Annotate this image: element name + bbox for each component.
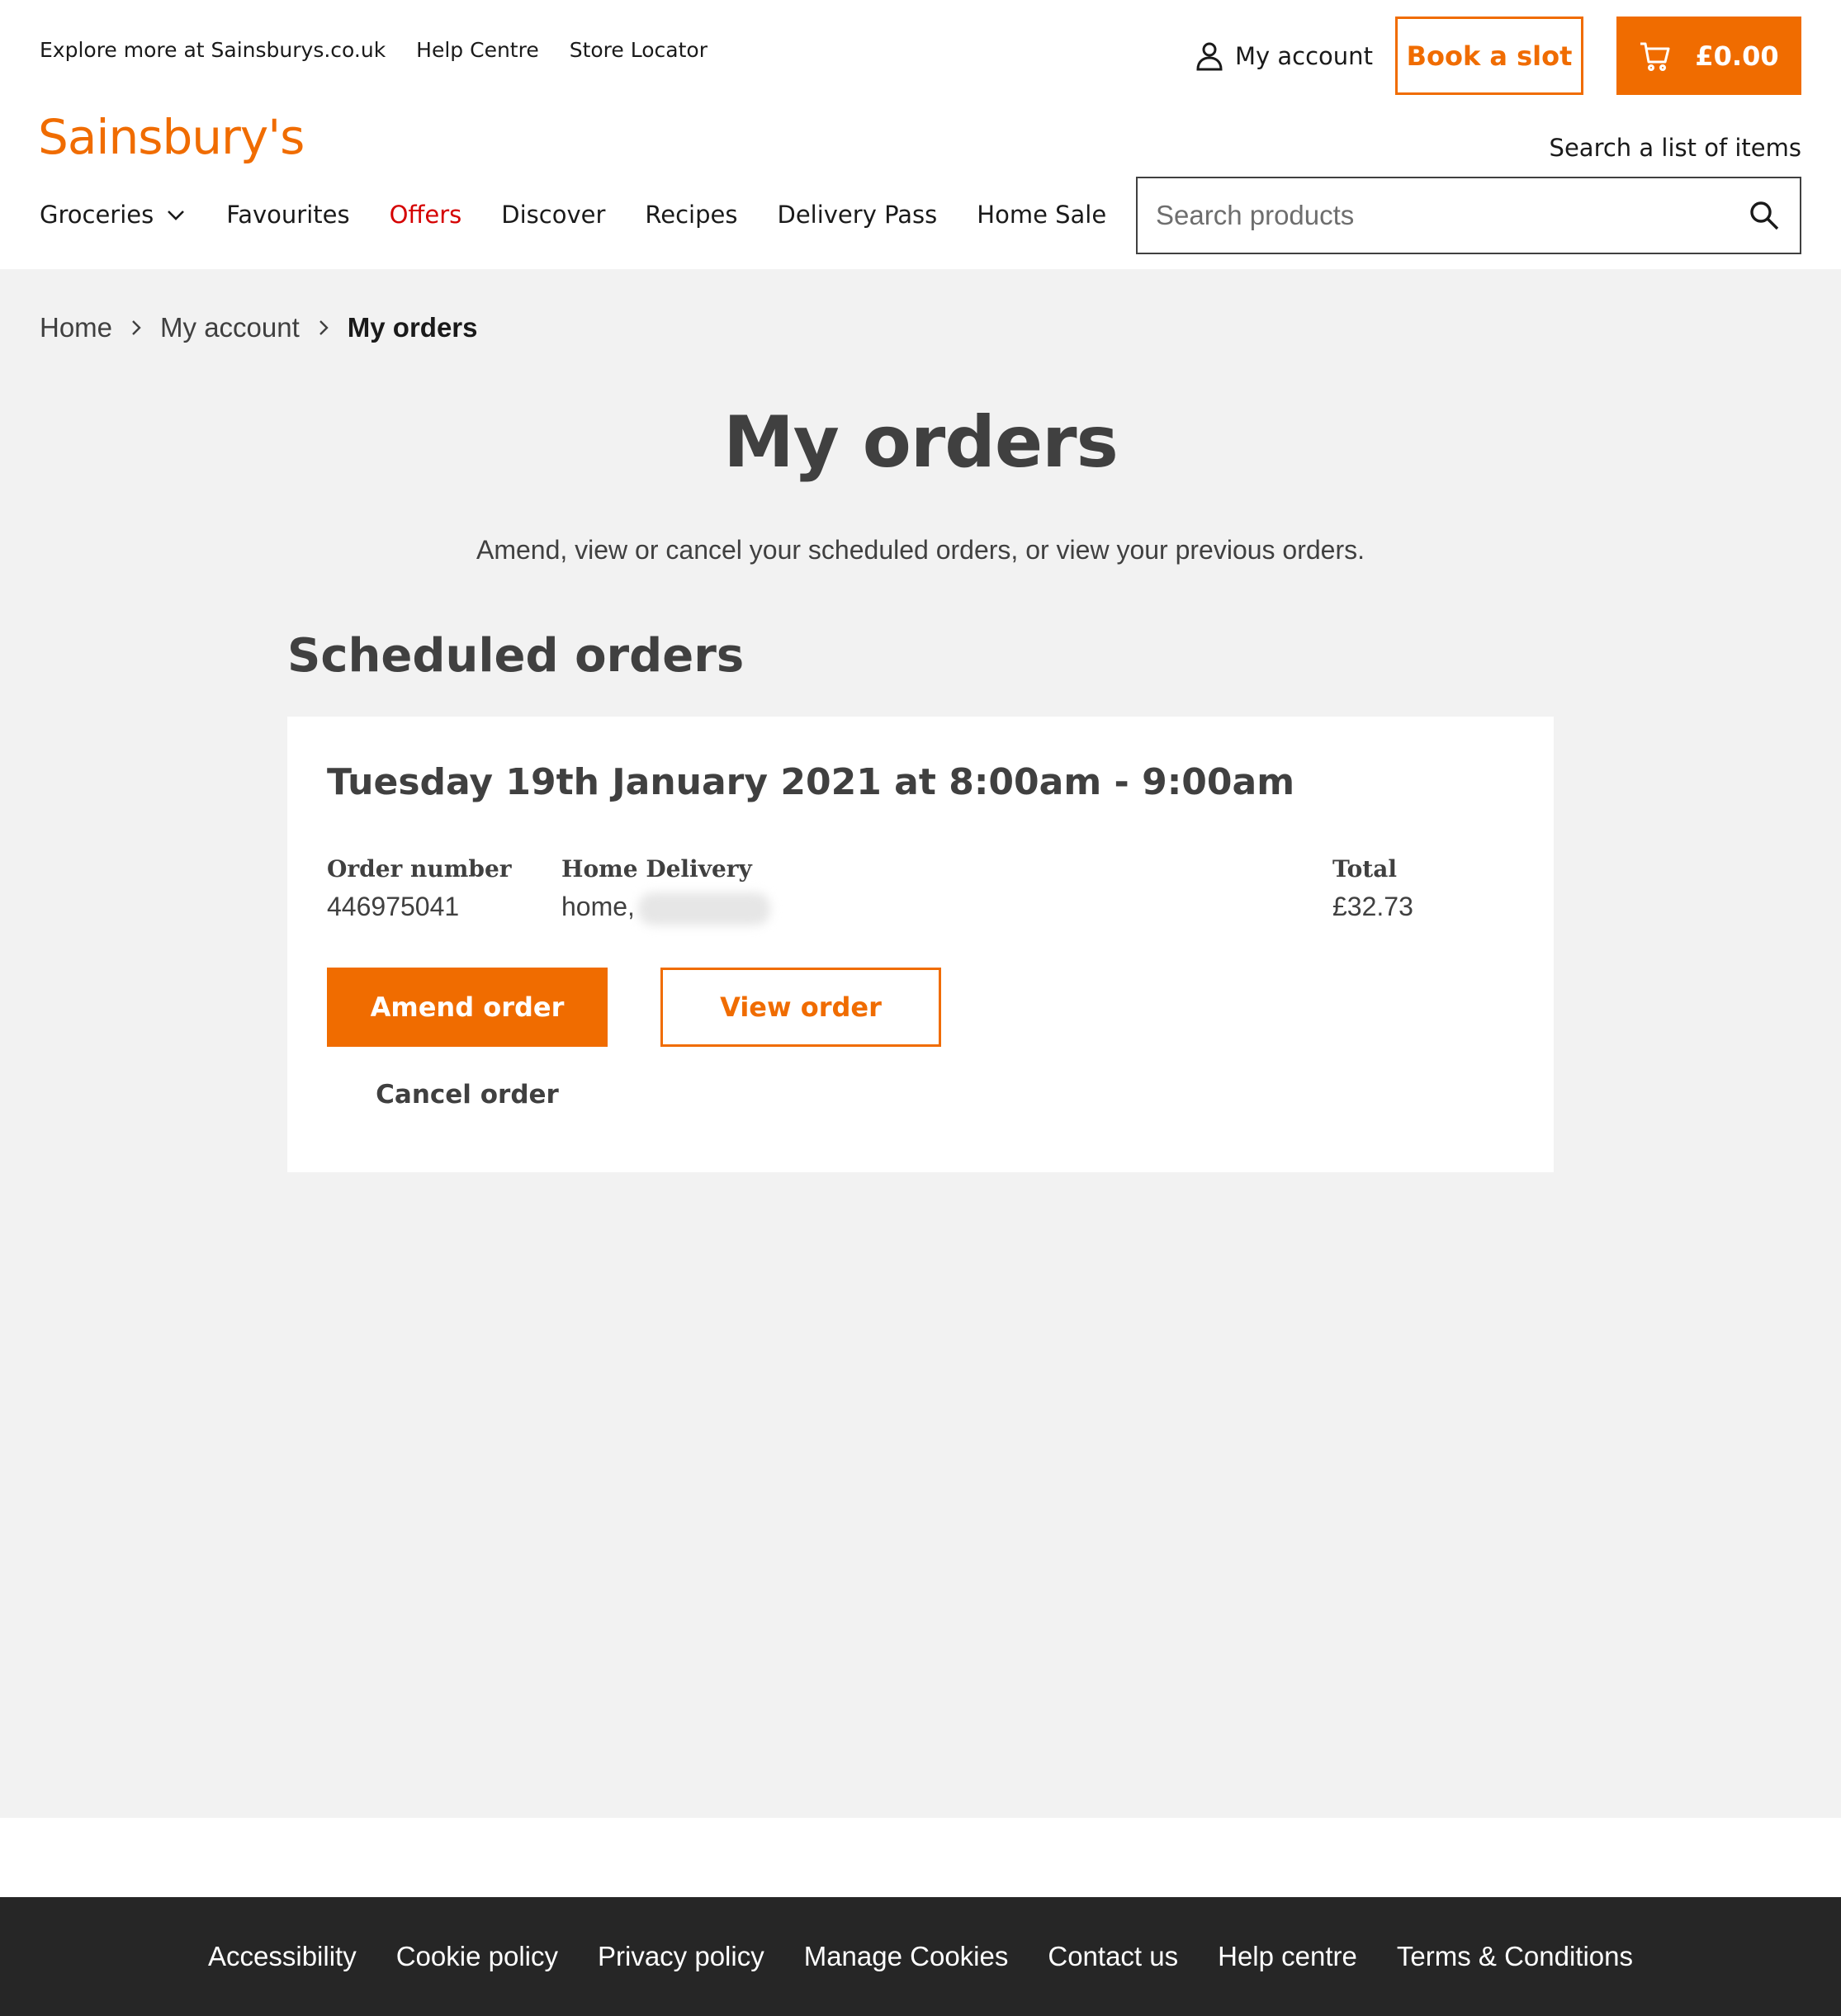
- utility-links: Explore more at Sainsburys.co.uk Help Ce…: [40, 38, 708, 62]
- total-label: Total: [1332, 855, 1398, 883]
- chevron-right-icon: [319, 320, 329, 335]
- search-icon: [1750, 201, 1779, 230]
- chevron-right-icon: [132, 320, 141, 335]
- footer-link-accessibility[interactable]: Accessibility: [208, 1941, 357, 1972]
- nav-item-discover[interactable]: Discover: [501, 201, 605, 229]
- help-centre-link[interactable]: Help Centre: [416, 38, 539, 62]
- explore-sainsburys-link[interactable]: Explore more at Sainsburys.co.uk: [40, 38, 386, 62]
- breadcrumb-my-orders: My orders: [347, 312, 478, 343]
- footer-link-contact-us[interactable]: Contact us: [1048, 1941, 1178, 1972]
- nav-item-favourites[interactable]: Favourites: [226, 201, 349, 229]
- delivery-address-text: home,: [561, 892, 635, 921]
- footer-link-cookie-policy[interactable]: Cookie policy: [396, 1941, 558, 1972]
- cancel-order-link[interactable]: Cancel order: [327, 1080, 608, 1110]
- search-input[interactable]: [1138, 178, 1729, 253]
- my-account-link[interactable]: My account: [1195, 38, 1373, 74]
- footer-spacer: [0, 1818, 1841, 1897]
- redacted-postcode: [637, 892, 770, 925]
- breadcrumb: Home My account My orders: [40, 312, 478, 343]
- store-locator-link[interactable]: Store Locator: [570, 38, 708, 62]
- nav-item-groceries[interactable]: Groceries: [40, 201, 187, 229]
- search-button[interactable]: [1729, 178, 1800, 253]
- site-header: Explore more at Sainsburys.co.uk Help Ce…: [0, 0, 1841, 269]
- nav-label: Groceries: [40, 201, 154, 229]
- delivery-slot-title: Tuesday 19th January 2021 at 8:00am - 9:…: [327, 761, 1295, 803]
- nav-item-delivery-pass[interactable]: Delivery Pass: [777, 201, 937, 229]
- page-subtitle: Amend, view or cancel your scheduled ord…: [476, 535, 1365, 565]
- amend-order-button[interactable]: Amend order: [327, 968, 608, 1047]
- delivery-address: home,: [561, 892, 770, 925]
- footer-link-terms[interactable]: Terms & Conditions: [1397, 1941, 1633, 1972]
- page-title: My orders: [723, 401, 1119, 484]
- order-number-value: 446975041: [327, 892, 460, 921]
- total-value: £32.73: [1332, 892, 1413, 921]
- chevron-down-icon: [168, 211, 185, 220]
- book-a-slot-button[interactable]: Book a slot: [1395, 17, 1583, 95]
- trolley-icon: [1640, 42, 1670, 71]
- nav-item-home-sale[interactable]: Home Sale: [977, 201, 1106, 229]
- view-order-button[interactable]: View order: [660, 968, 941, 1047]
- nav-item-recipes[interactable]: Recipes: [645, 201, 737, 229]
- order-number-label: Order number: [327, 855, 512, 883]
- site-footer: Accessibility Cookie policy Privacy poli…: [0, 1897, 1841, 2016]
- sainsburys-logo[interactable]: Sainsbury's: [38, 109, 305, 165]
- my-account-label: My account: [1235, 42, 1373, 70]
- scheduled-order-card: Tuesday 19th January 2021 at 8:00am - 9:…: [287, 717, 1554, 1172]
- search-bar: [1136, 177, 1801, 254]
- home-delivery-label: Home Delivery: [561, 855, 752, 883]
- search-list-link[interactable]: Search a list of items: [1550, 134, 1801, 162]
- nav-item-offers[interactable]: Offers: [390, 201, 462, 229]
- user-icon: [1196, 42, 1223, 71]
- footer-link-privacy-policy[interactable]: Privacy policy: [598, 1941, 764, 1972]
- basket-button[interactable]: £0.00: [1616, 17, 1801, 95]
- basket-total: £0.00: [1695, 40, 1779, 72]
- breadcrumb-home[interactable]: Home: [40, 312, 112, 343]
- footer-link-help-centre[interactable]: Help centre: [1218, 1941, 1357, 1972]
- main-nav: Groceries Favourites Offers Discover Rec…: [40, 201, 1146, 229]
- footer-link-manage-cookies[interactable]: Manage Cookies: [804, 1941, 1009, 1972]
- scheduled-orders-heading: Scheduled orders: [287, 629, 745, 683]
- breadcrumb-my-account[interactable]: My account: [160, 312, 300, 343]
